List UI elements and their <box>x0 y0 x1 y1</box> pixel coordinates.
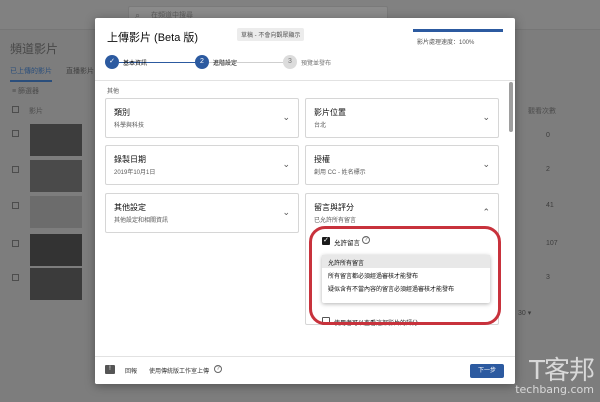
other-settings-value: 其他設定和相關資訊 <box>114 218 169 224</box>
location-card[interactable]: 影片位置 台北 ⌄ <box>305 98 499 138</box>
tab-live[interactable]: 直播影片 <box>66 66 94 82</box>
category-card[interactable]: 類別 科學與科技 ⌄ <box>105 98 299 138</box>
feedback-link[interactable]: 回報 <box>125 366 137 375</box>
row-checkbox[interactable] <box>12 202 19 209</box>
dialog-footer: ! 回報 使用傳統版工作室上傳 ? 下一步 <box>95 356 515 384</box>
license-value: 創用 CC - 姓名標示 <box>314 170 366 176</box>
techbang-watermark: T客邦 techbang.com <box>515 356 595 396</box>
dialog-title: 上傳影片 (Beta 版) <box>107 32 199 44</box>
filter-button[interactable]: ≡ 篩選器 <box>12 86 39 96</box>
video-thumbnail[interactable] <box>30 268 82 300</box>
upload-stepper: ✓ 基本資訊 2 進階設定 3 預覽並發布 <box>105 54 335 74</box>
watermark-logo: T客邦 <box>529 356 595 386</box>
help-icon[interactable]: ? <box>214 365 222 373</box>
chevron-down-icon: ⌄ <box>282 159 290 169</box>
processing-progress-text: 影片處理速度：100% <box>417 40 475 46</box>
row-checkbox[interactable] <box>12 274 19 281</box>
video-column-header: 影片 <box>12 106 43 116</box>
page-title: 頻道影片 <box>10 42 59 56</box>
tab-uploads[interactable]: 已上傳的影片 <box>10 66 52 82</box>
step-2-indicator[interactable]: 2 <box>195 55 209 69</box>
recording-date-value: 2019年10月1日 <box>114 170 156 176</box>
chevron-down-icon: ⌄ <box>482 159 490 169</box>
highlight-annotation <box>309 226 501 325</box>
category-value: 科學與科技 <box>114 123 145 129</box>
category-title: 類別 <box>114 108 130 117</box>
location-title: 影片位置 <box>314 108 346 117</box>
row-checkbox[interactable] <box>12 130 19 137</box>
step-1-label[interactable]: 基本資訊 <box>123 58 147 67</box>
views-column-header: 觀看次數 <box>528 108 556 115</box>
chevron-up-icon[interactable]: ⌃ <box>482 207 490 218</box>
step-1-check-icon[interactable]: ✓ <box>105 55 119 69</box>
chevron-down-icon: ⌄ <box>482 112 490 122</box>
header-divider <box>95 80 515 81</box>
feedback-icon[interactable]: ! <box>105 365 115 374</box>
recording-date-title: 錄製日期 <box>114 155 146 164</box>
upload-dialog: 上傳影片 (Beta 版) 草稿 - 不會向觀眾顯示 影片處理速度：100% ✓… <box>95 18 515 384</box>
row-checkbox[interactable] <box>12 240 19 247</box>
step-3-label[interactable]: 預覽並發布 <box>301 58 331 67</box>
chevron-down-icon: ⌄ <box>282 207 290 217</box>
other-settings-card[interactable]: 其他設定 其他設定和相關資訊 ⌄ <box>105 193 299 233</box>
video-column-label: 影片 <box>28 108 43 115</box>
comments-value: 已允許所有留言 <box>314 218 357 224</box>
comments-title: 留言與評分 <box>314 203 354 212</box>
view-count: 41 <box>546 202 554 209</box>
processing-progress-bar <box>413 29 503 32</box>
video-thumbnail[interactable] <box>30 196 82 228</box>
rows-per-page-select[interactable]: 30 ▾ <box>518 309 531 317</box>
video-thumbnail[interactable] <box>30 124 82 156</box>
watermark-url: techbang.com <box>515 383 594 396</box>
select-all-checkbox[interactable] <box>12 106 19 113</box>
view-count: 107 <box>546 240 558 247</box>
view-count: 0 <box>546 132 550 139</box>
recording-date-card[interactable]: 錄製日期 2019年10月1日 ⌄ <box>105 145 299 185</box>
step-2-label[interactable]: 進階設定 <box>213 58 237 67</box>
row-checkbox[interactable] <box>12 166 19 173</box>
draft-badge: 草稿 - 不會向觀眾顯示 <box>237 28 305 41</box>
filter-label: 篩選器 <box>18 88 40 95</box>
dialog-scrollbar[interactable] <box>509 82 513 132</box>
next-button[interactable]: 下一步 <box>470 364 504 378</box>
video-thumbnail[interactable] <box>30 160 82 192</box>
view-count: 2 <box>546 166 550 173</box>
classic-upload-link[interactable]: 使用傳統版工作室上傳 <box>149 366 209 375</box>
chevron-down-icon: ⌄ <box>282 112 290 122</box>
section-label-other: 其他 <box>107 89 120 95</box>
video-thumbnail[interactable] <box>30 234 82 266</box>
license-title: 授權 <box>314 155 330 164</box>
location-value: 台北 <box>314 123 327 129</box>
view-count: 3 <box>546 274 550 281</box>
license-card[interactable]: 授權 創用 CC - 姓名標示 ⌄ <box>305 145 499 185</box>
video-tabs: 已上傳的影片 直播影片 <box>10 66 94 82</box>
other-settings-title: 其他設定 <box>114 203 146 212</box>
step-3-indicator[interactable]: 3 <box>283 55 297 69</box>
filter-icon: ≡ <box>12 88 17 95</box>
